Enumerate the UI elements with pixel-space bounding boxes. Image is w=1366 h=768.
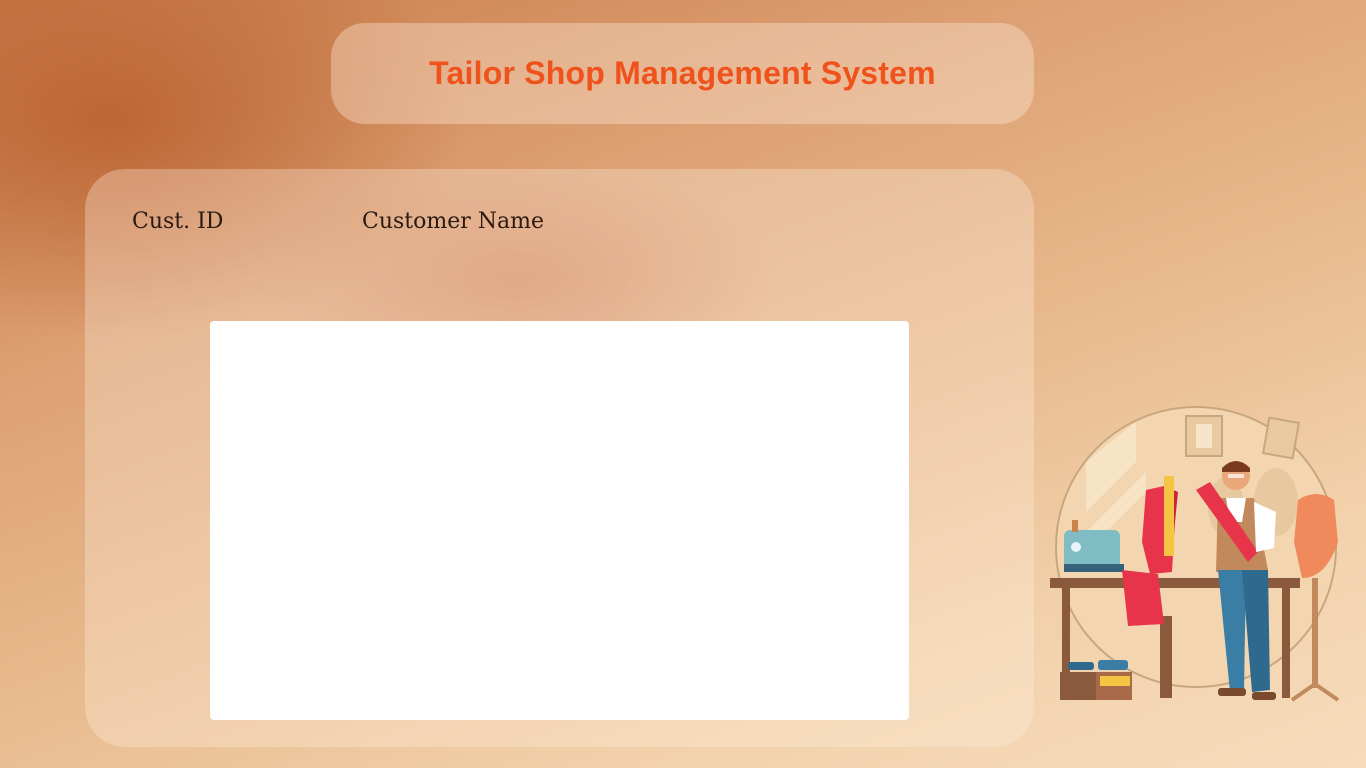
column-header-cust-id: Cust. ID xyxy=(132,209,224,234)
customer-panel: Cust. ID Customer Name xyxy=(85,169,1034,747)
tailor-illustration-icon xyxy=(1050,406,1340,702)
customer-list[interactable] xyxy=(210,321,909,720)
column-header-customer-name: Customer Name xyxy=(362,209,545,234)
app-title: Tailor Shop Management System xyxy=(429,55,936,91)
title-bar: Tailor Shop Management System xyxy=(331,23,1034,124)
